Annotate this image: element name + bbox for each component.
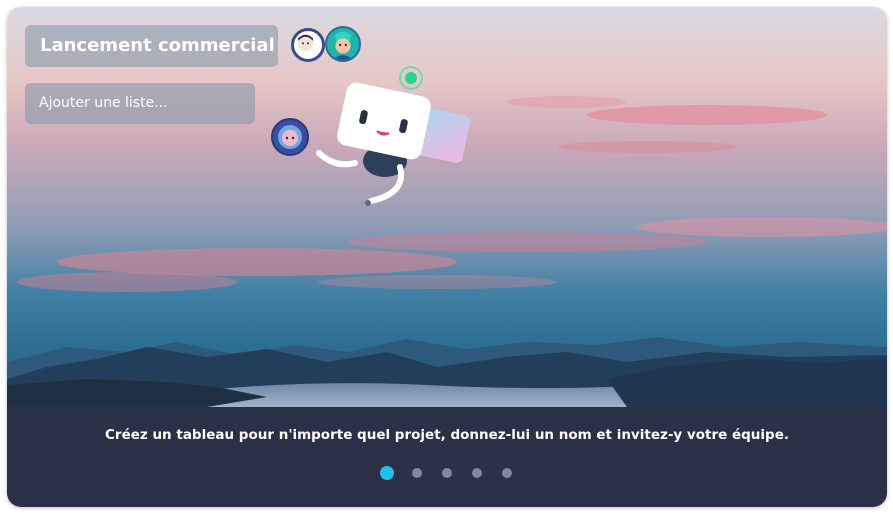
carousel-dot-5[interactable] [502,468,512,478]
carousel-pagination [7,465,887,481]
carousel-dot-4[interactable] [472,468,482,478]
carousel-dot-3[interactable] [442,468,452,478]
carousel-caption: Créez un tableau pour n'importe quel pro… [105,427,789,443]
onboarding-card: Lancement commercial Ajouter une liste..… [7,7,887,507]
add-list-input[interactable]: Ajouter une liste... [25,83,255,124]
carousel-dot-2[interactable] [412,468,422,478]
carousel-dot-1[interactable] [380,466,394,480]
avatar-icon [291,28,325,62]
robot-mascot-icon [316,66,471,206]
carousel-footer: Créez un tableau pour n'importe quel pro… [7,407,887,507]
avatar-icon [325,26,361,62]
board-title[interactable]: Lancement commercial [25,25,278,67]
